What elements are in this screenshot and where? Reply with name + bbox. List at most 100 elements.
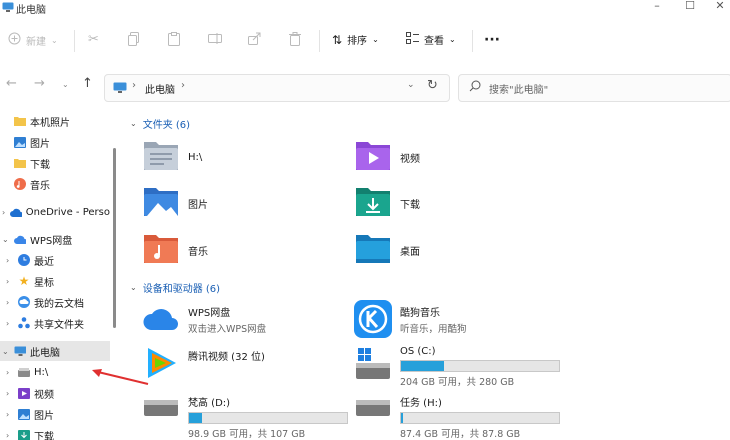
chevron-right-icon[interactable]: › xyxy=(6,368,14,377)
device-tile-kugou[interactable]: 酷狗音乐 听音乐，用酷狗 xyxy=(354,300,467,338)
star-icon: ★ xyxy=(18,274,30,288)
windows-drive-icon xyxy=(354,348,392,386)
music-folder-icon xyxy=(142,231,180,269)
sidebar-scrollbar[interactable] xyxy=(113,148,116,328)
search-placeholder: 搜索"此电脑" xyxy=(489,85,549,96)
copy-button[interactable] xyxy=(128,32,140,49)
chevron-right-icon[interactable]: › xyxy=(2,208,6,217)
rename-button[interactable] xyxy=(208,32,222,47)
chevron-right-icon[interactable]: › xyxy=(6,256,14,265)
folder-tile-downloads[interactable]: 下载 xyxy=(354,184,420,222)
sidebar-item-label: WPS网盘 xyxy=(30,235,73,247)
sidebar-item-music[interactable]: 音乐 xyxy=(0,174,110,194)
devices-group-header[interactable]: ⌄ 设备和驱动器 (6) xyxy=(130,280,220,295)
more-button[interactable]: ··· xyxy=(484,32,500,48)
sidebar-item-shared[interactable]: › 共享文件夹 xyxy=(0,313,110,333)
clipboard-icon xyxy=(168,32,180,49)
breadcrumb-this-pc[interactable]: 此电脑 xyxy=(145,81,175,96)
sidebar-item-label: 星标 xyxy=(34,277,54,289)
sort-icon: ⇅ xyxy=(332,32,343,47)
chevron-down-icon[interactable]: ⌄ xyxy=(2,235,10,244)
folder-name: 视频 xyxy=(400,153,420,165)
sidebar-item-label: 图片 xyxy=(34,410,54,422)
device-tile-c-drive[interactable]: OS (C:) 204 GB 可用，共 280 GB xyxy=(354,346,560,388)
command-bar: 新建 ⌄ ✂ ⇅ 排序 ⌄ 查看 ⌄ ··· xyxy=(0,16,730,66)
address-bar[interactable]: › 此电脑 › ⌄ ↻ xyxy=(104,74,450,102)
sidebar-item-downloads-2[interactable]: › 下载 xyxy=(0,425,110,440)
forward-arrow-icon[interactable]: → xyxy=(34,76,45,91)
breadcrumb-separator: › xyxy=(132,80,136,91)
sidebar-item-this-pc[interactable]: ⌄ 此电脑 xyxy=(0,341,110,361)
device-name: 酷狗音乐 xyxy=(400,307,440,319)
chevron-down-icon[interactable]: ⌄ xyxy=(2,347,10,356)
chevron-right-icon[interactable]: › xyxy=(6,410,14,419)
chevron-right-icon[interactable]: › xyxy=(6,319,14,328)
sidebar-item-cloud-docs[interactable]: › 我的云文档 xyxy=(0,292,110,312)
device-tile-wps[interactable]: WPS网盘双击进入WPS网盘 xyxy=(142,300,266,338)
sidebar-item-recent[interactable]: › 最近 xyxy=(0,250,110,270)
new-button[interactable]: 新建 ⌄ xyxy=(8,32,58,48)
folder-tile-videos[interactable]: 视频 xyxy=(354,138,420,176)
search-icon xyxy=(469,80,481,95)
folder-tile-h-drive[interactable]: H:\ xyxy=(142,138,202,176)
share-button[interactable] xyxy=(248,32,261,48)
rename-icon xyxy=(208,32,222,47)
sidebar-item-label: 视频 xyxy=(34,389,54,401)
minimize-button[interactable]: – xyxy=(643,0,671,12)
delete-button[interactable] xyxy=(289,32,301,49)
chevron-right-icon[interactable]: › xyxy=(6,431,14,440)
folders-header-label: 文件夹 (6) xyxy=(142,120,191,131)
sidebar-item-label: OneDrive - Perso xyxy=(25,206,110,218)
cloud-icon xyxy=(14,233,26,245)
sidebar-item-pictures-2[interactable]: › 图片 xyxy=(0,404,110,424)
sidebar-item-label: 共享文件夹 xyxy=(34,319,84,331)
folder-name: 音乐 xyxy=(188,246,208,258)
device-subtitle: 双击进入WPS网盘 xyxy=(188,323,267,335)
device-name: 梵高 (D:) xyxy=(188,398,231,409)
refresh-icon[interactable]: ↻ xyxy=(427,78,438,93)
sidebar-item-wps-drive[interactable]: ⌄ WPS网盘 xyxy=(0,229,110,249)
sidebar-item-starred[interactable]: › ★ 星标 xyxy=(0,271,110,291)
device-tile-tencent-video[interactable]: 腾讯视频 (32 位) xyxy=(142,344,265,382)
folder-tile-pictures[interactable]: 图片 xyxy=(142,184,208,222)
chevron-right-icon[interactable]: › xyxy=(6,277,14,286)
view-button[interactable]: 查看 ⌄ xyxy=(406,32,456,47)
sidebar-item-label: H:\ xyxy=(34,366,49,378)
device-tile-h-drive[interactable]: 任务 (H:) 87.4 GB 可用，共 87.8 GB xyxy=(354,394,560,440)
device-tile-d-drive[interactable]: 梵高 (D:) 98.9 GB 可用，共 107 GB xyxy=(142,394,348,440)
search-box[interactable]: 搜索"此电脑" xyxy=(458,74,730,102)
maximize-button[interactable]: ☐ xyxy=(676,0,704,12)
sidebar-item-local-photos[interactable]: 本机照片 xyxy=(0,111,110,131)
up-arrow-icon[interactable]: ↑ xyxy=(82,76,93,91)
sidebar-item-downloads[interactable]: 下载 xyxy=(0,153,110,173)
sidebar-item-label: 下载 xyxy=(34,431,54,440)
chevron-right-icon[interactable]: › xyxy=(6,389,14,398)
window-title: 此电脑 xyxy=(16,5,46,16)
kugou-icon xyxy=(354,300,392,338)
chevron-right-icon[interactable]: › xyxy=(6,298,14,307)
recent-chevron-icon[interactable]: ⌄ xyxy=(62,80,69,89)
folder-tile-music[interactable]: 音乐 xyxy=(142,231,208,269)
drive-usage-bar xyxy=(188,412,348,424)
sort-button[interactable]: ⇅ 排序 ⌄ xyxy=(332,32,379,48)
drive-usage-fill xyxy=(401,413,403,423)
sidebar-item-pictures[interactable]: 图片 xyxy=(0,132,110,152)
close-button[interactable]: ✕ xyxy=(706,0,730,12)
folder-tile-desktop[interactable]: 桌面 xyxy=(354,231,420,269)
folder-icon xyxy=(14,157,26,169)
chevron-down-icon: ⌄ xyxy=(449,35,456,44)
back-arrow-icon[interactable]: ← xyxy=(6,76,17,91)
folders-group-header[interactable]: ⌄ 文件夹 (6) xyxy=(130,116,190,131)
clock-icon xyxy=(18,254,30,266)
navigation-pane: 本机照片 图片 下载 音乐 › OneDrive - Perso ⌄ WPS网盘… xyxy=(0,110,120,440)
sidebar-item-onedrive[interactable]: › OneDrive - Perso xyxy=(0,202,110,222)
chevron-down-icon[interactable]: ⌄ xyxy=(407,80,415,90)
video-folder-icon xyxy=(354,138,392,176)
plus-circle-icon xyxy=(8,32,21,48)
view-icon xyxy=(406,32,419,47)
cut-button[interactable]: ✂ xyxy=(88,32,99,47)
paste-button[interactable] xyxy=(168,32,180,49)
device-name: WPS网盘 xyxy=(188,307,231,319)
drive-usage-fill xyxy=(401,361,444,371)
drive-icon xyxy=(142,398,180,436)
